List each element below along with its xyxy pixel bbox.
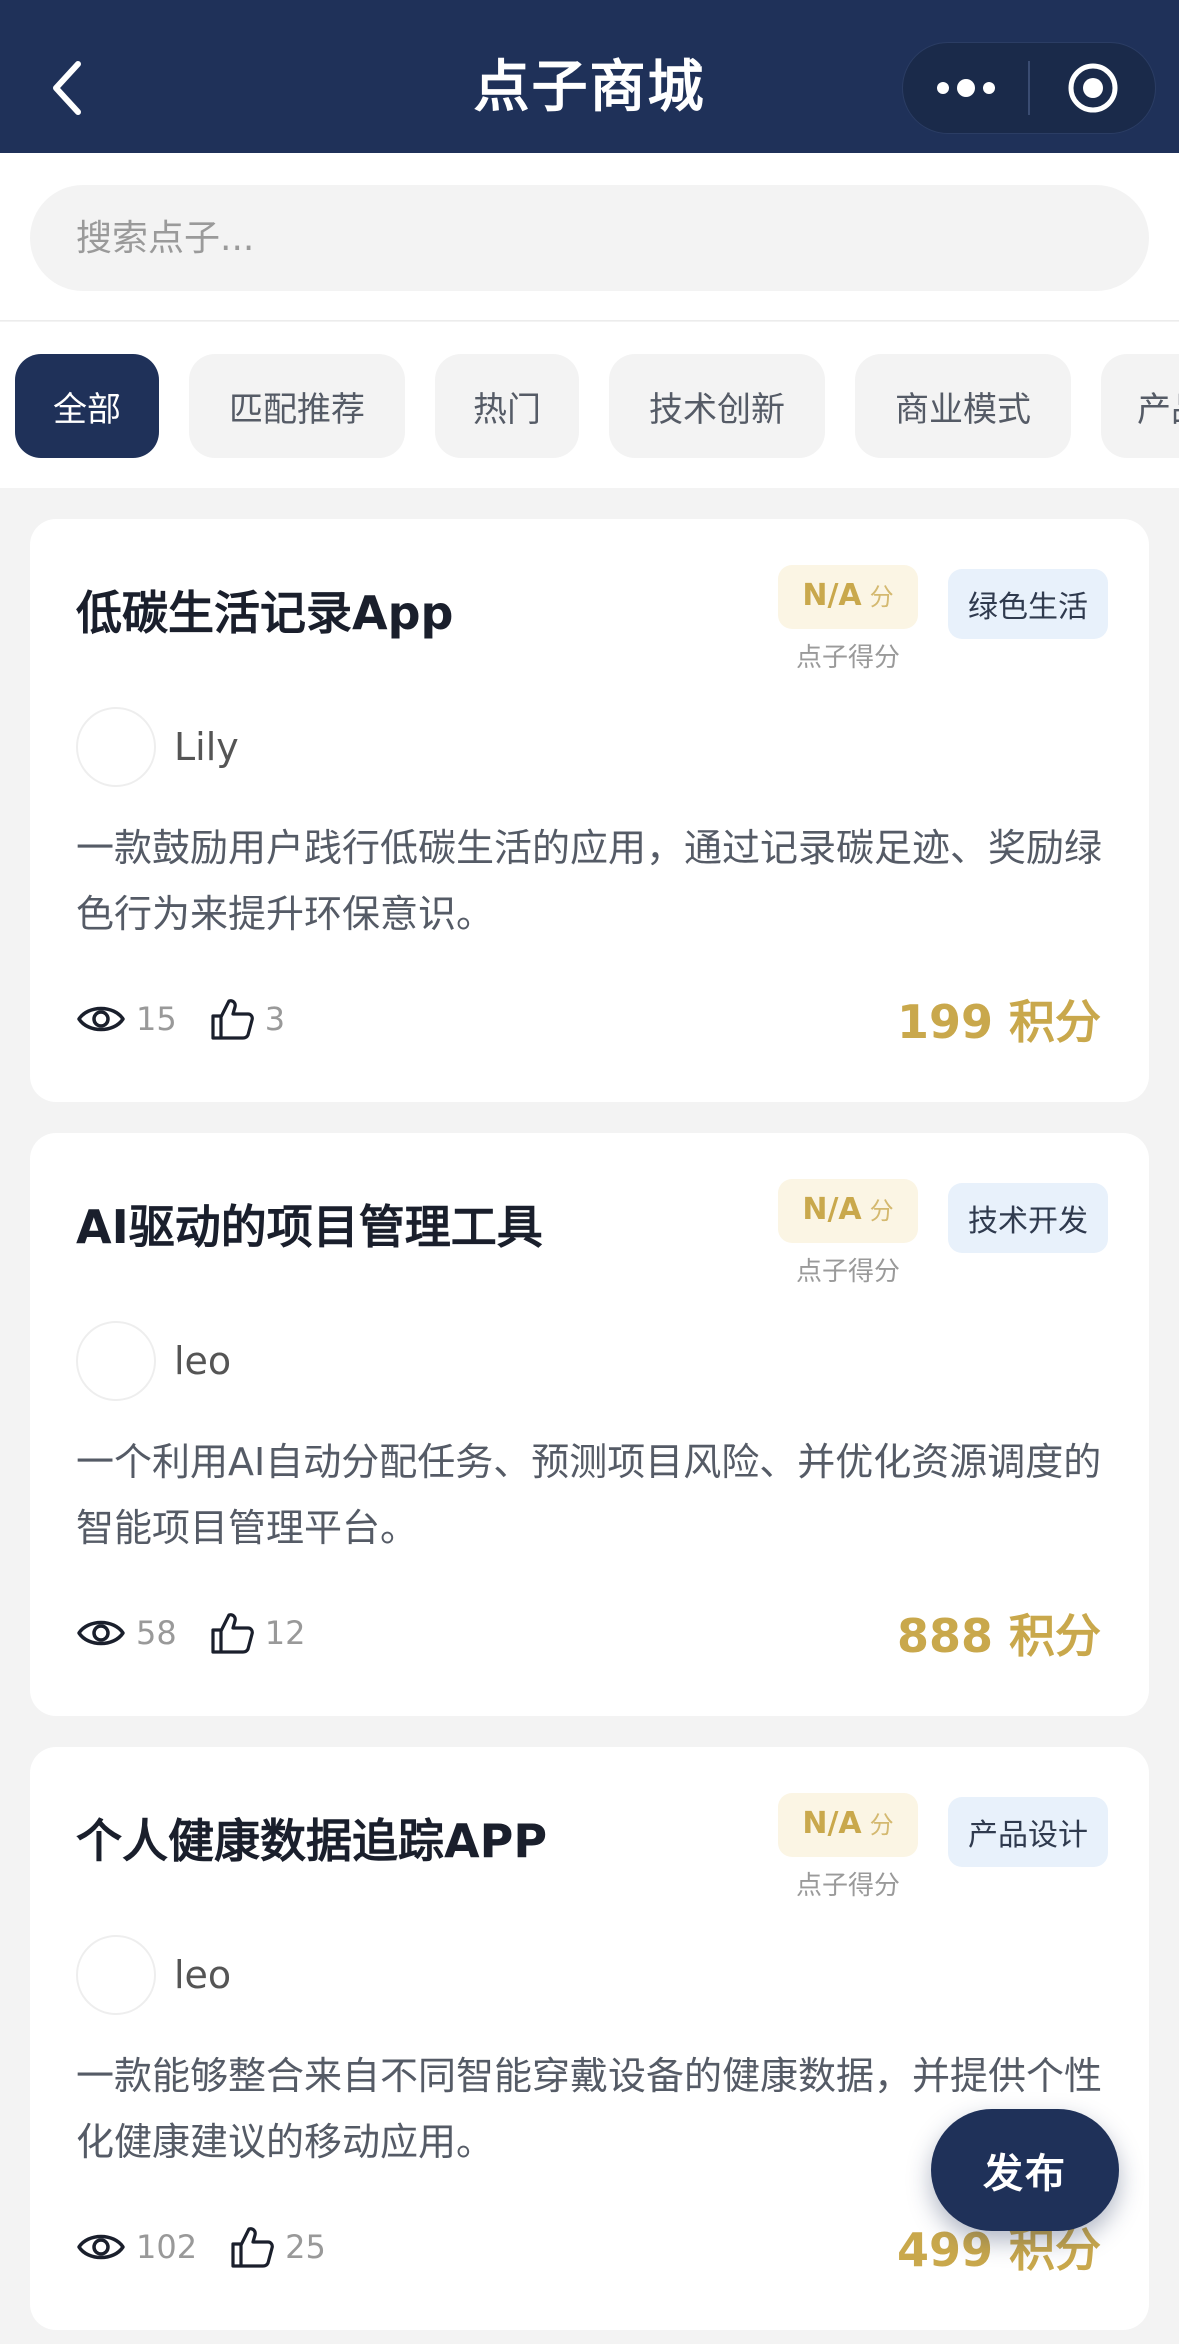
likes-count: 12	[264, 1614, 306, 1652]
target-circle-icon	[1068, 63, 1117, 113]
idea-description: 一个利用AI自动分配任务、预测项目风险、并优化资源调度的智能项目管理平台。	[76, 1440, 1102, 1550]
score-label: 点子得分	[795, 643, 900, 673]
thumbs-up-icon	[231, 2227, 274, 2268]
close-button[interactable]	[1030, 43, 1155, 133]
likes-stat[interactable]: 12	[209, 1610, 306, 1656]
more-dots-icon	[936, 82, 949, 94]
price: 888 积分	[896, 1609, 1101, 1663]
tab-match-recommend[interactable]: 匹配推荐	[189, 354, 405, 458]
category-tabs: 全部 匹配推荐 热门 技术创新 商业模式 产品	[0, 322, 1179, 488]
stats-row: 102 25	[76, 2217, 326, 2277]
stats-row: 15 3	[76, 989, 285, 1049]
category-tag: 技术开发	[948, 1183, 1108, 1253]
score-value: N/A	[802, 1192, 862, 1227]
author-name: leo	[174, 1339, 232, 1383]
eye-icon	[77, 1006, 125, 1032]
search-section	[0, 153, 1179, 321]
score-label: 点子得分	[795, 1871, 900, 1901]
eye-icon	[77, 2234, 125, 2260]
score-value: N/A	[802, 1806, 862, 1841]
views-count: 102	[136, 2228, 198, 2266]
stats-row: 58 12	[76, 1603, 305, 1663]
views-count: 15	[136, 1000, 177, 1038]
score-badge: N/A 分	[778, 565, 918, 629]
views-stat: 102	[76, 2228, 197, 2266]
more-button[interactable]	[903, 43, 1028, 133]
likes-count: 25	[285, 2228, 326, 2266]
tab-hot[interactable]: 热门	[435, 354, 579, 458]
avatar	[76, 1321, 156, 1401]
idea-description: 一款鼓励用户践行低碳生活的应用，通过记录碳足迹、奖励绿色行为来提升环保意识。	[76, 826, 1103, 936]
idea-card[interactable]: 个人健康数据追踪APP N/A 分 点子得分 产品设计 leo 一款能够整合来自…	[30, 1747, 1149, 2330]
score-unit: 分	[869, 583, 894, 611]
thumbs-up-icon	[211, 999, 254, 1040]
tab-tech-innovation[interactable]: 技术创新	[609, 354, 825, 458]
author-name: Lily	[174, 725, 239, 769]
score-label: 点子得分	[795, 1257, 900, 1287]
author-name: leo	[174, 1953, 232, 1997]
author[interactable]: leo	[76, 1321, 231, 1401]
search-input[interactable]	[30, 185, 1149, 291]
author[interactable]: Lily	[76, 707, 239, 787]
tab-business-model[interactable]: 商业模式	[855, 354, 1071, 458]
score-value: N/A	[802, 578, 862, 613]
score-badge: N/A 分	[778, 1793, 918, 1857]
views-stat: 15	[76, 1000, 177, 1038]
likes-count: 3	[264, 1000, 286, 1038]
category-tag: 绿色生活	[948, 569, 1108, 639]
more-dots-icon	[956, 79, 975, 97]
idea-title: 低碳生活记录App	[76, 586, 454, 640]
score-unit: 分	[869, 1811, 894, 1839]
more-dots-icon	[982, 82, 995, 94]
price: 199 积分	[896, 995, 1101, 1049]
views-stat: 58	[76, 1614, 177, 1652]
likes-stat[interactable]: 25	[229, 2224, 326, 2270]
idea-card[interactable]: AI驱动的项目管理工具 N/A 分 点子得分 技术开发 leo 一个利用AI自动…	[30, 1133, 1149, 1716]
avatar	[76, 1935, 156, 2015]
likes-stat[interactable]: 3	[209, 996, 285, 1042]
author[interactable]: leo	[76, 1935, 231, 2015]
idea-card[interactable]: 低碳生活记录App N/A 分 点子得分 绿色生活 Lily 一款鼓励用户践行低…	[30, 519, 1149, 1102]
publish-button[interactable]: 发布	[931, 2109, 1119, 2231]
eye-icon	[77, 1620, 125, 1646]
views-count: 58	[136, 1614, 177, 1652]
navigation-bar: 点子商城	[0, 0, 1179, 153]
tab-product[interactable]: 产品	[1101, 354, 1179, 458]
score-badge: N/A 分	[778, 1179, 918, 1243]
thumbs-up-icon	[211, 1613, 254, 1654]
idea-title: 个人健康数据追踪APP	[76, 1814, 548, 1868]
tab-all[interactable]: 全部	[15, 354, 159, 458]
avatar	[76, 707, 156, 787]
score-unit: 分	[869, 1197, 894, 1225]
idea-title: AI驱动的项目管理工具	[76, 1200, 543, 1254]
category-tag: 产品设计	[948, 1797, 1108, 1867]
mini-program-capsule	[902, 42, 1156, 134]
